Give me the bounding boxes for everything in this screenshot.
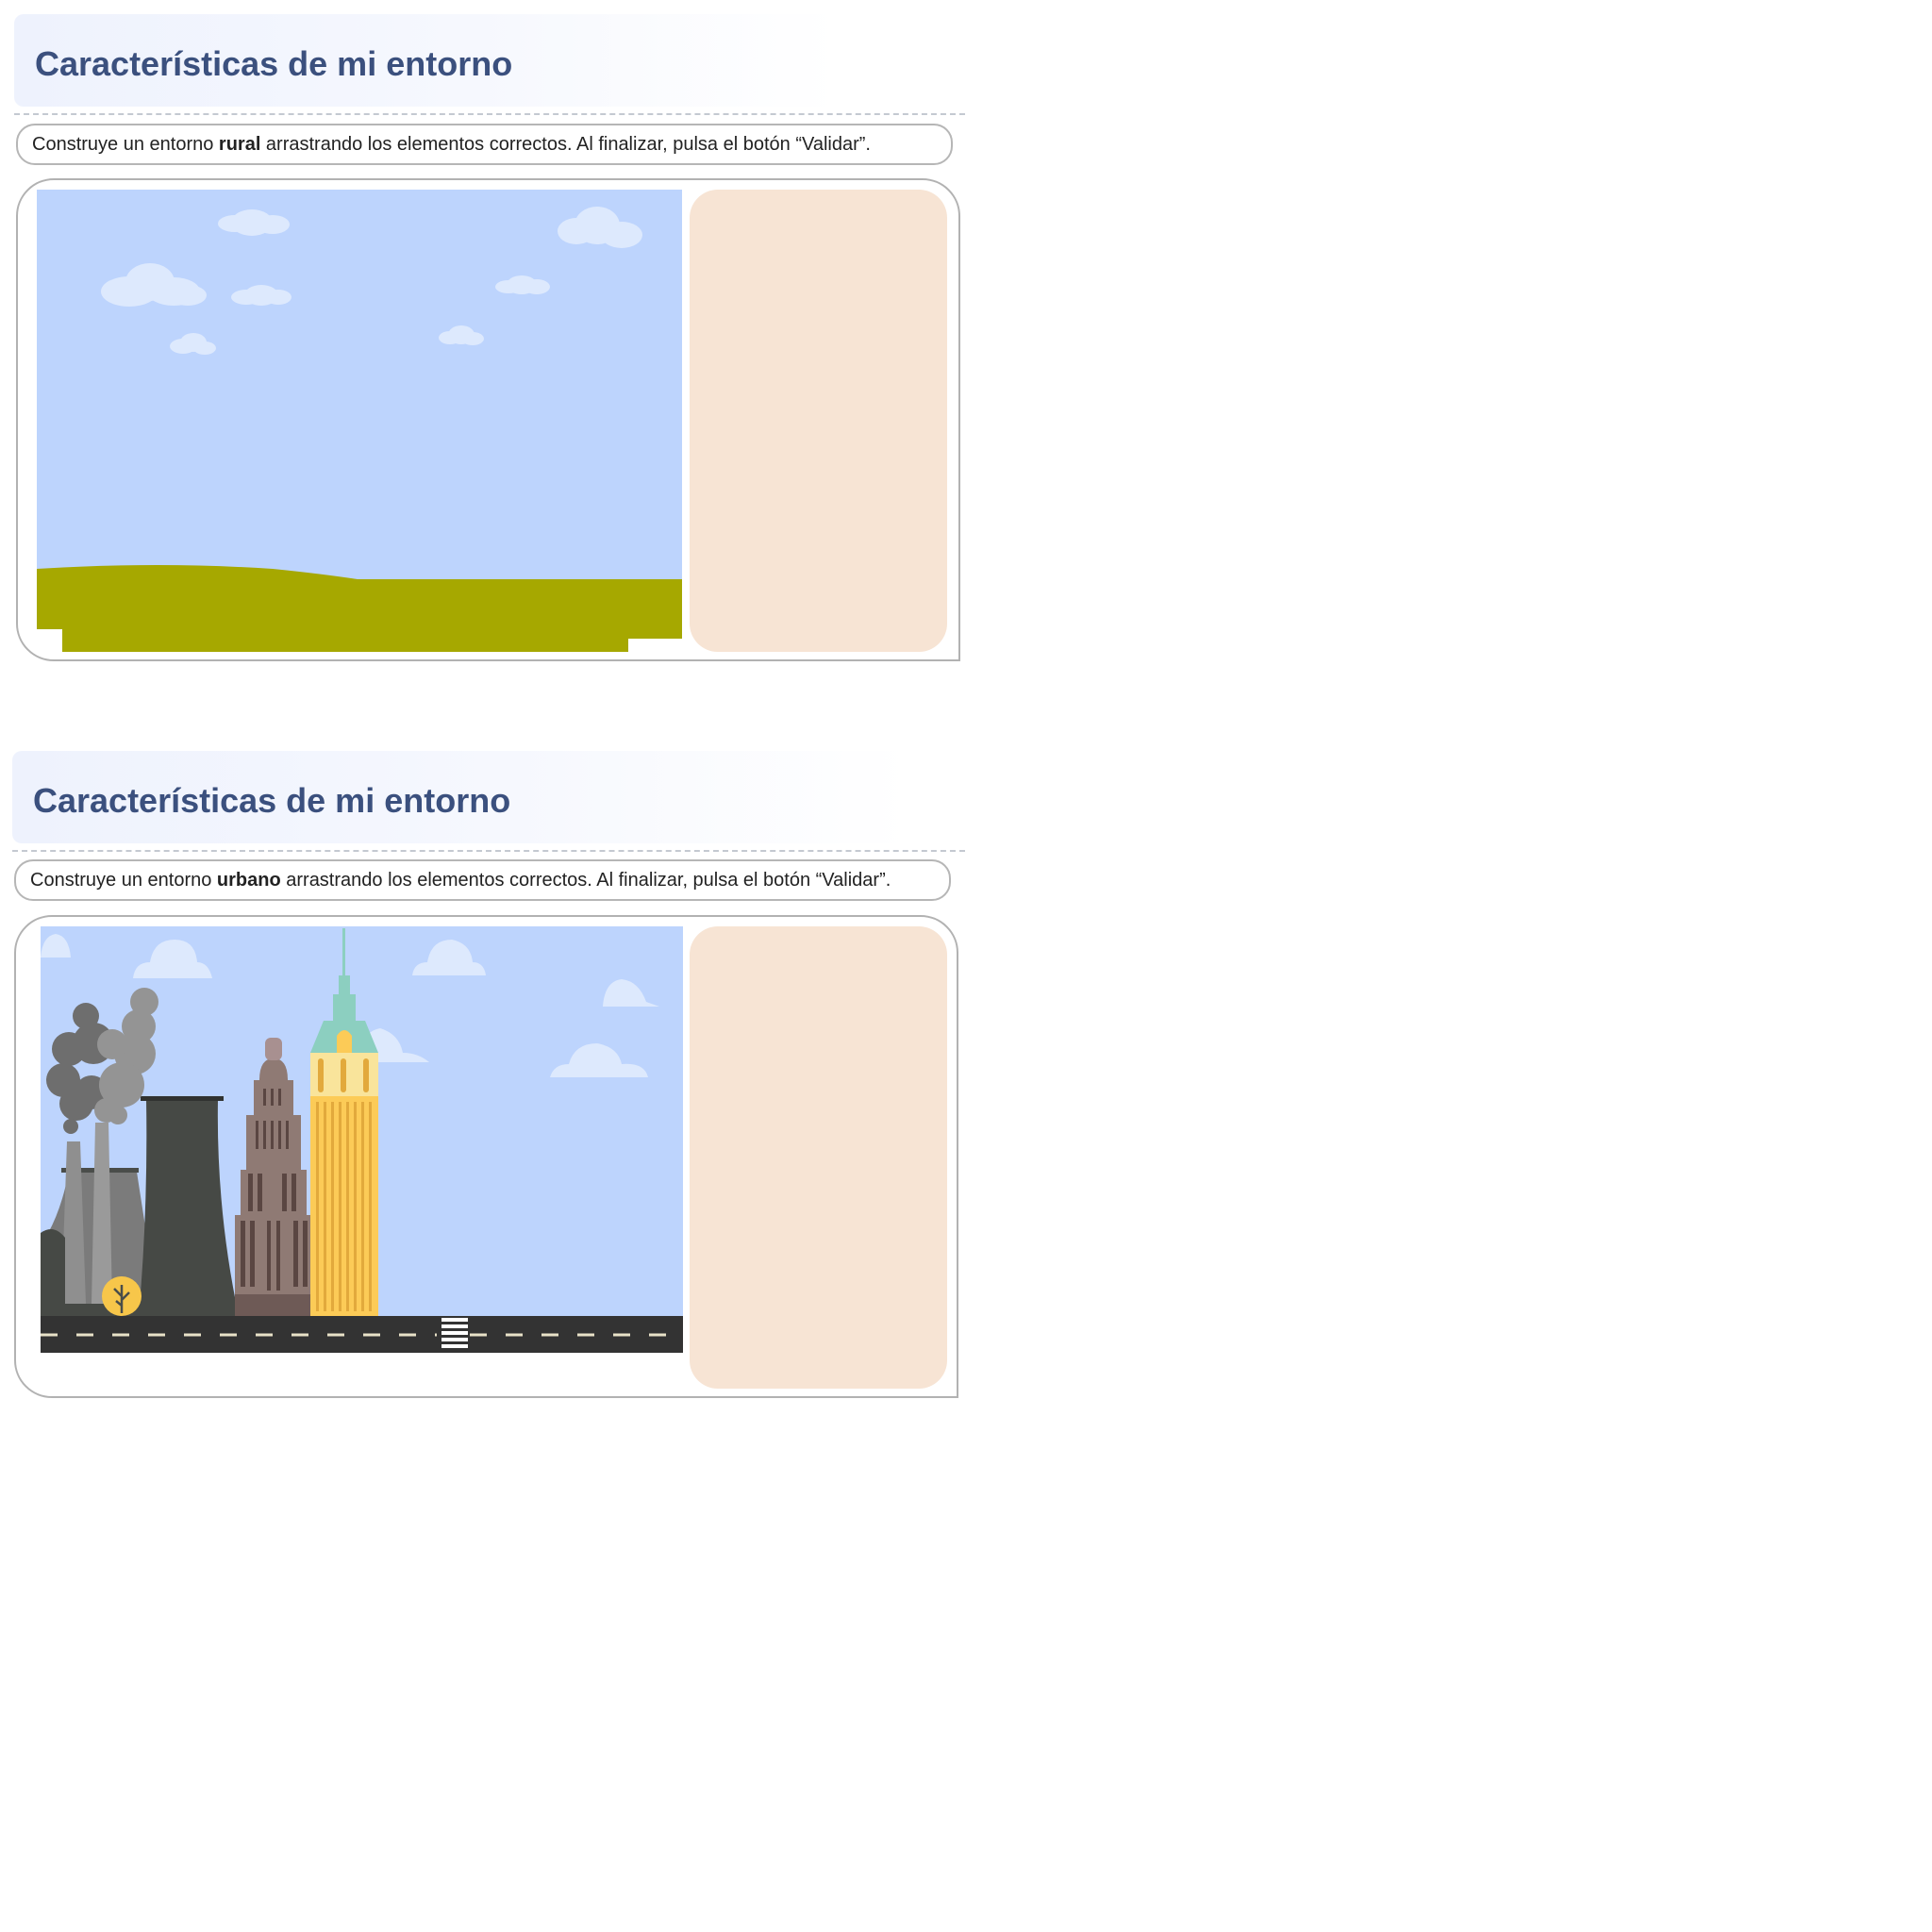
elements-tray[interactable] <box>690 190 947 652</box>
instruction-keyword: rural <box>218 134 261 155</box>
instruction-text: Construye un entorno <box>30 870 217 891</box>
instruction-text: Construye un entorno <box>32 134 219 155</box>
drag-workspace <box>16 178 960 661</box>
drag-workspace <box>14 915 958 1398</box>
instruction-text-end: arrastrando los elementos correctos. Al … <box>260 134 871 155</box>
page-title: Características de mi entorno <box>33 781 511 820</box>
instruction-box: Construye un entorno rural arrastrando l… <box>16 124 953 165</box>
instruction-text-end: arrastrando los elementos correctos. Al … <box>280 870 891 891</box>
rural-landscape-illustration <box>37 190 682 652</box>
divider <box>12 850 965 852</box>
drop-scene-rural[interactable] <box>37 190 682 652</box>
title-bar: Características de mi entorno <box>14 14 839 107</box>
elements-tray[interactable] <box>690 926 947 1389</box>
drop-scene-urban[interactable] <box>41 926 683 1353</box>
page-title: Características de mi entorno <box>35 44 513 83</box>
divider <box>14 113 965 115</box>
urban-cityscape-illustration <box>41 926 683 1353</box>
title-bar: Características de mi entorno <box>12 751 910 843</box>
sky <box>37 190 682 586</box>
instruction-box: Construye un entorno urbano arrastrando … <box>14 859 951 901</box>
instruction-keyword: urbano <box>216 870 281 891</box>
